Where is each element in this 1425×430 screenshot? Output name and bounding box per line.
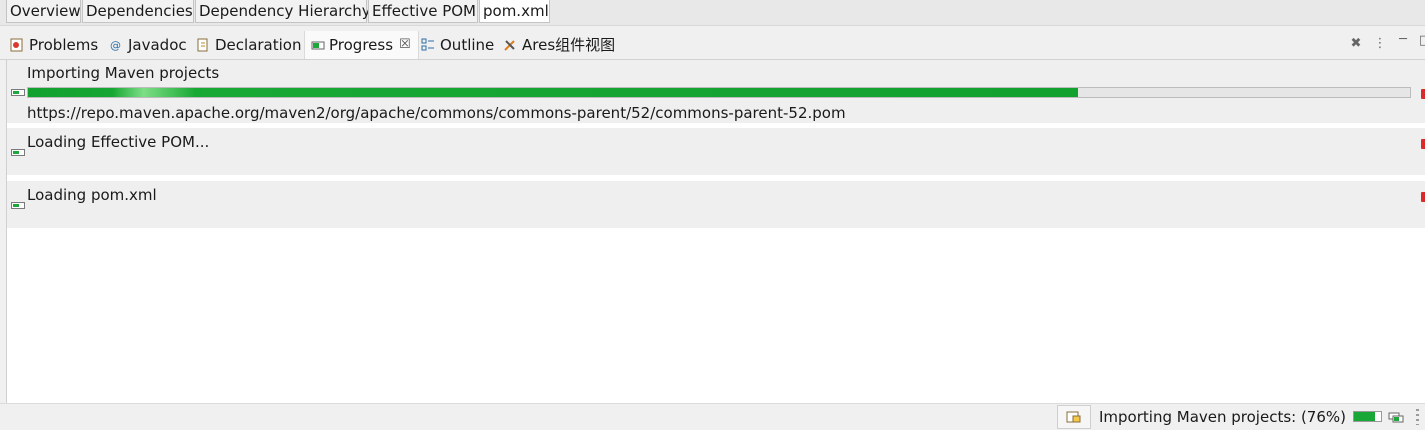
tab-declaration[interactable]: Declaration — [196, 31, 302, 59]
status-message: Importing Maven projects: (76%) — [1099, 408, 1347, 426]
tab-effective-pom[interactable]: Effective POM — [368, 0, 478, 23]
job-item[interactable]: Importing Maven projects https://repo.ma… — [7, 60, 1425, 123]
workspace-icon — [1066, 411, 1081, 423]
cancel-job-button[interactable] — [1421, 89, 1425, 99]
job-title: Loading Effective POM... — [27, 133, 210, 151]
tab-overview[interactable]: Overview — [6, 0, 81, 23]
status-grip — [1416, 409, 1419, 425]
minimize-icon[interactable]: ─ — [1395, 32, 1411, 48]
view-menu-icon[interactable]: ⋮ — [1372, 36, 1388, 52]
status-bar: Importing Maven projects: (76%) — [0, 403, 1425, 430]
status-progress-fill — [1354, 412, 1375, 421]
job-progress-icon — [11, 89, 25, 96]
tab-dependencies[interactable]: Dependencies — [82, 0, 194, 23]
tab-dependency-hierarchy[interactable]: Dependency Hierarchy — [195, 0, 371, 23]
tab-outline[interactable]: Outline — [421, 31, 497, 59]
tab-pom-xml[interactable]: pom.xml — [479, 0, 550, 23]
tab-problems[interactable]: Problems — [10, 31, 105, 59]
job-title: Loading pom.xml — [27, 186, 157, 204]
tab-label: Outline — [440, 36, 495, 54]
open-progress-view-button[interactable] — [1057, 405, 1091, 429]
progress-view-icon[interactable] — [1388, 410, 1404, 424]
svg-text:@: @ — [110, 39, 121, 52]
maximize-icon[interactable]: □ — [1417, 33, 1425, 49]
status-progress-bar[interactable] — [1353, 411, 1382, 422]
problems-icon — [10, 38, 23, 52]
javadoc-icon: @ — [110, 39, 121, 52]
cancel-job-button[interactable] — [1421, 192, 1425, 202]
tab-label: Ares组件视图 — [522, 36, 616, 54]
tab-label: Problems — [29, 36, 99, 54]
outline-icon — [421, 38, 434, 51]
view-toolbar: ✖ ⋮ ─ □ — [1345, 31, 1425, 59]
job-progress-bar — [27, 87, 1411, 98]
declaration-icon — [197, 38, 208, 52]
job-title: Importing Maven projects — [27, 64, 220, 82]
job-item[interactable]: Loading Effective POM... — [7, 128, 1425, 175]
tab-label: Javadoc — [128, 36, 187, 54]
tab-label: Declaration — [215, 36, 302, 54]
tab-javadoc[interactable]: @ Javadoc — [109, 31, 191, 59]
tab-progress[interactable]: Progress ☒ — [304, 31, 419, 59]
job-detail: https://repo.maven.apache.org/maven2/org… — [27, 104, 846, 122]
remove-all-icon[interactable]: ✖ — [1348, 36, 1364, 52]
job-progress-icon — [11, 202, 25, 209]
close-icon[interactable]: ☒ — [399, 31, 411, 59]
view-tab-bar: Problems @ Javadoc Declaration Progress … — [0, 31, 1425, 60]
job-progress-icon — [11, 149, 25, 156]
editor-tab-bar: Overview Dependencies Dependency Hierarc… — [0, 0, 1425, 26]
cancel-job-button[interactable] — [1421, 139, 1425, 149]
tab-ares-component-view[interactable]: Ares组件视图 — [503, 31, 623, 59]
job-item[interactable]: Loading pom.xml — [7, 181, 1425, 228]
job-progress-fill — [28, 88, 1079, 97]
progress-icon — [311, 41, 325, 50]
ares-icon — [504, 40, 515, 51]
tab-label: Progress — [329, 36, 394, 54]
progress-view: Importing Maven projects https://repo.ma… — [6, 60, 1425, 403]
